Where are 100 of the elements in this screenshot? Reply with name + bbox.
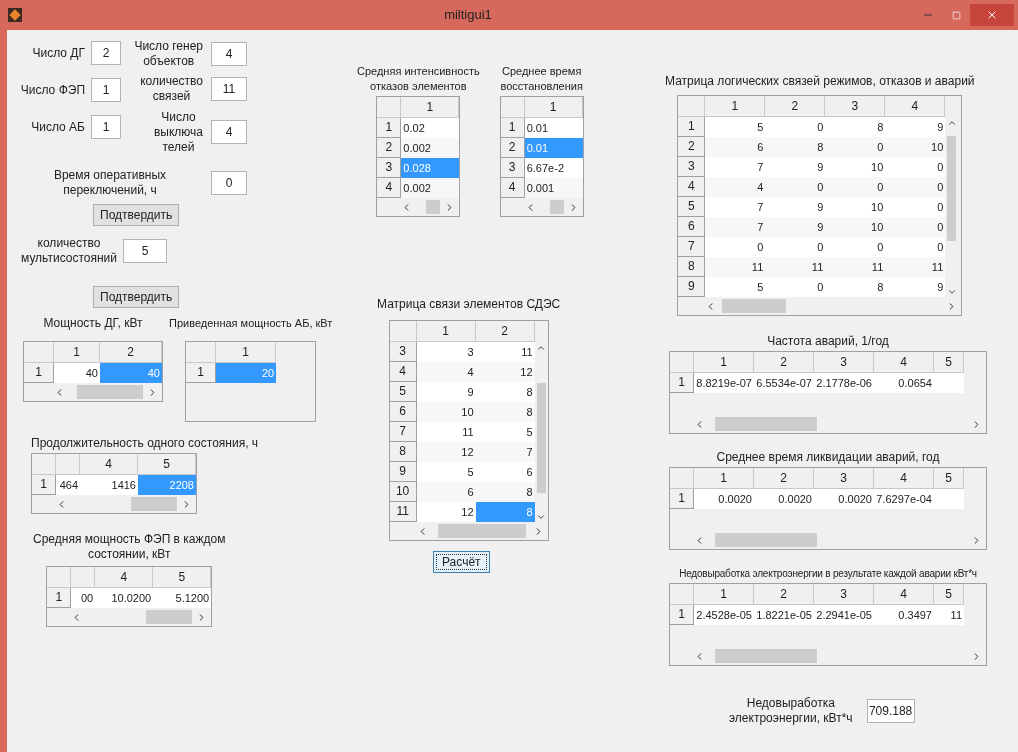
- table-cell[interactable]: 0: [885, 157, 946, 177]
- table-cell[interactable]: 0: [825, 137, 886, 157]
- table-cell[interactable]: 12: [475, 362, 535, 382]
- table-cell[interactable]: 8: [825, 117, 886, 137]
- table-cell[interactable]: 8.8219e-07: [694, 373, 754, 393]
- table-cell[interactable]: 0.002: [401, 138, 460, 158]
- row-header[interactable]: 4: [389, 362, 417, 382]
- table-cell[interactable]: 12: [416, 442, 476, 462]
- scrollbar-thumb[interactable]: [715, 649, 817, 663]
- table-cell[interactable]: 10: [825, 217, 886, 237]
- row-header[interactable]: 7: [389, 422, 417, 442]
- input-field[interactable]: 2: [91, 41, 121, 65]
- scroll-up-icon[interactable]: [946, 118, 957, 128]
- row-header[interactable]: 9: [389, 462, 417, 482]
- table-cell[interactable]: 0.001: [524, 178, 583, 198]
- table-cell[interactable]: 4: [416, 362, 476, 382]
- scroll-up-icon[interactable]: [536, 343, 547, 353]
- input-field[interactable]: 709.188: [866, 699, 915, 723]
- table-cell[interactable]: 00: [71, 588, 96, 608]
- table-cell[interactable]: 0: [765, 237, 826, 257]
- table-cell[interactable]: 0.0020: [694, 489, 754, 509]
- scroll-down-icon[interactable]: [536, 512, 547, 522]
- table-cell[interactable]: 7.6297e-04: [874, 489, 934, 509]
- table-cell[interactable]: 11: [475, 342, 535, 362]
- table-cell[interactable]: 10: [416, 402, 476, 422]
- table-cell[interactable]: 1.8221e-05: [754, 605, 814, 625]
- table-cell[interactable]: 2.4528e-05: [694, 605, 754, 625]
- table-cell[interactable]: 0.0020: [814, 489, 874, 509]
- scrollbar-thumb[interactable]: [131, 497, 177, 511]
- scrollbar-thumb[interactable]: [77, 385, 143, 399]
- table-cell[interactable]: 11: [825, 257, 886, 277]
- scroll-down-icon[interactable]: [946, 287, 957, 297]
- table-cell[interactable]: 8: [475, 382, 535, 402]
- maximize-icon[interactable]: [951, 10, 961, 20]
- table-cell[interactable]: 7: [705, 217, 766, 237]
- table-cell[interactable]: 0: [885, 217, 946, 237]
- scrollbar-thumb[interactable]: [549, 200, 564, 214]
- table-cell[interactable]: 1416: [80, 475, 138, 495]
- table-cell[interactable]: 0: [825, 177, 886, 197]
- table-cell[interactable]: 3: [416, 342, 476, 362]
- scrollbar-thumb[interactable]: [715, 533, 817, 547]
- table-cell[interactable]: 0: [765, 277, 826, 297]
- table-cell[interactable]: 2.2941e-05: [814, 605, 874, 625]
- table-cell[interactable]: 2.1778e-06: [814, 373, 874, 393]
- table-cell[interactable]: 11: [765, 257, 826, 277]
- table-cell[interactable]: 0: [885, 237, 946, 257]
- table-cell[interactable]: 9: [885, 117, 946, 137]
- table-cell[interactable]: 11: [705, 257, 766, 277]
- scrollbar-thumb[interactable]: [437, 524, 526, 538]
- table-cell[interactable]: 9: [416, 382, 476, 402]
- table-cell[interactable]: 6.67e-2: [524, 158, 583, 178]
- input-field[interactable]: 0: [211, 171, 247, 195]
- table-cell[interactable]: 7: [705, 157, 766, 177]
- table-cell[interactable]: 8: [475, 482, 535, 502]
- confirm-button[interactable]: Подтвердить: [93, 286, 180, 308]
- input-field[interactable]: 1: [91, 78, 121, 102]
- table-cell[interactable]: 0.0020: [754, 489, 814, 509]
- table-cell[interactable]: 6: [705, 137, 766, 157]
- table-cell[interactable]: 10: [885, 137, 946, 157]
- table-cell[interactable]: 0.3497: [874, 605, 934, 625]
- scrollbar-thumb[interactable]: [947, 136, 957, 241]
- calculate-button[interactable]: Расчёт: [433, 551, 490, 573]
- table-cell[interactable]: 8: [825, 277, 886, 297]
- input-field[interactable]: 1: [91, 115, 121, 139]
- table-cell[interactable]: 5: [475, 422, 535, 442]
- table-cell[interactable]: 6: [416, 482, 476, 502]
- table-cell[interactable]: 8: [475, 402, 535, 422]
- scrollbar-thumb[interactable]: [146, 610, 193, 624]
- table-cell[interactable]: 0.01: [524, 118, 583, 138]
- row-header[interactable]: 10: [389, 482, 417, 502]
- table-cell[interactable]: 0: [705, 237, 766, 257]
- table-cell[interactable]: 5: [705, 277, 766, 297]
- row-header[interactable]: 1: [500, 118, 525, 138]
- table-cell[interactable]: 0.002: [401, 178, 460, 198]
- table-cell[interactable]: 0.0654: [874, 373, 934, 393]
- table-cell[interactable]: 0.02: [401, 118, 460, 138]
- table-cell[interactable]: 40: [54, 363, 100, 383]
- row-header[interactable]: 3: [500, 158, 525, 178]
- table-cell[interactable]: 0: [825, 237, 886, 257]
- table-cell[interactable]: 9: [765, 217, 826, 237]
- table-cell[interactable]: 9: [765, 197, 826, 217]
- table-cell[interactable]: 9: [885, 277, 946, 297]
- table-cell[interactable]: 4: [705, 177, 766, 197]
- row-header[interactable]: 8: [389, 442, 417, 462]
- scrollbar-thumb[interactable]: [536, 383, 546, 493]
- table-cell[interactable]: 11: [934, 605, 964, 625]
- table-cell[interactable]: 9: [765, 157, 826, 177]
- input-field[interactable]: 4: [211, 42, 247, 66]
- row-header[interactable]: 3: [389, 342, 417, 362]
- close-button[interactable]: [970, 4, 1014, 26]
- table-cell[interactable]: 6: [475, 462, 535, 482]
- input-field[interactable]: 11: [211, 77, 247, 101]
- scrollbar-thumb[interactable]: [715, 417, 817, 431]
- table-cell[interactable]: 5.1200: [153, 588, 212, 608]
- row-header[interactable]: 6: [389, 402, 417, 422]
- table-cell[interactable]: 6.5534e-07: [754, 373, 814, 393]
- confirm-button[interactable]: Подтвердить: [93, 204, 180, 226]
- table-cell[interactable]: 8: [765, 137, 826, 157]
- table-cell[interactable]: 10: [825, 197, 886, 217]
- table-cell[interactable]: 0: [765, 117, 826, 137]
